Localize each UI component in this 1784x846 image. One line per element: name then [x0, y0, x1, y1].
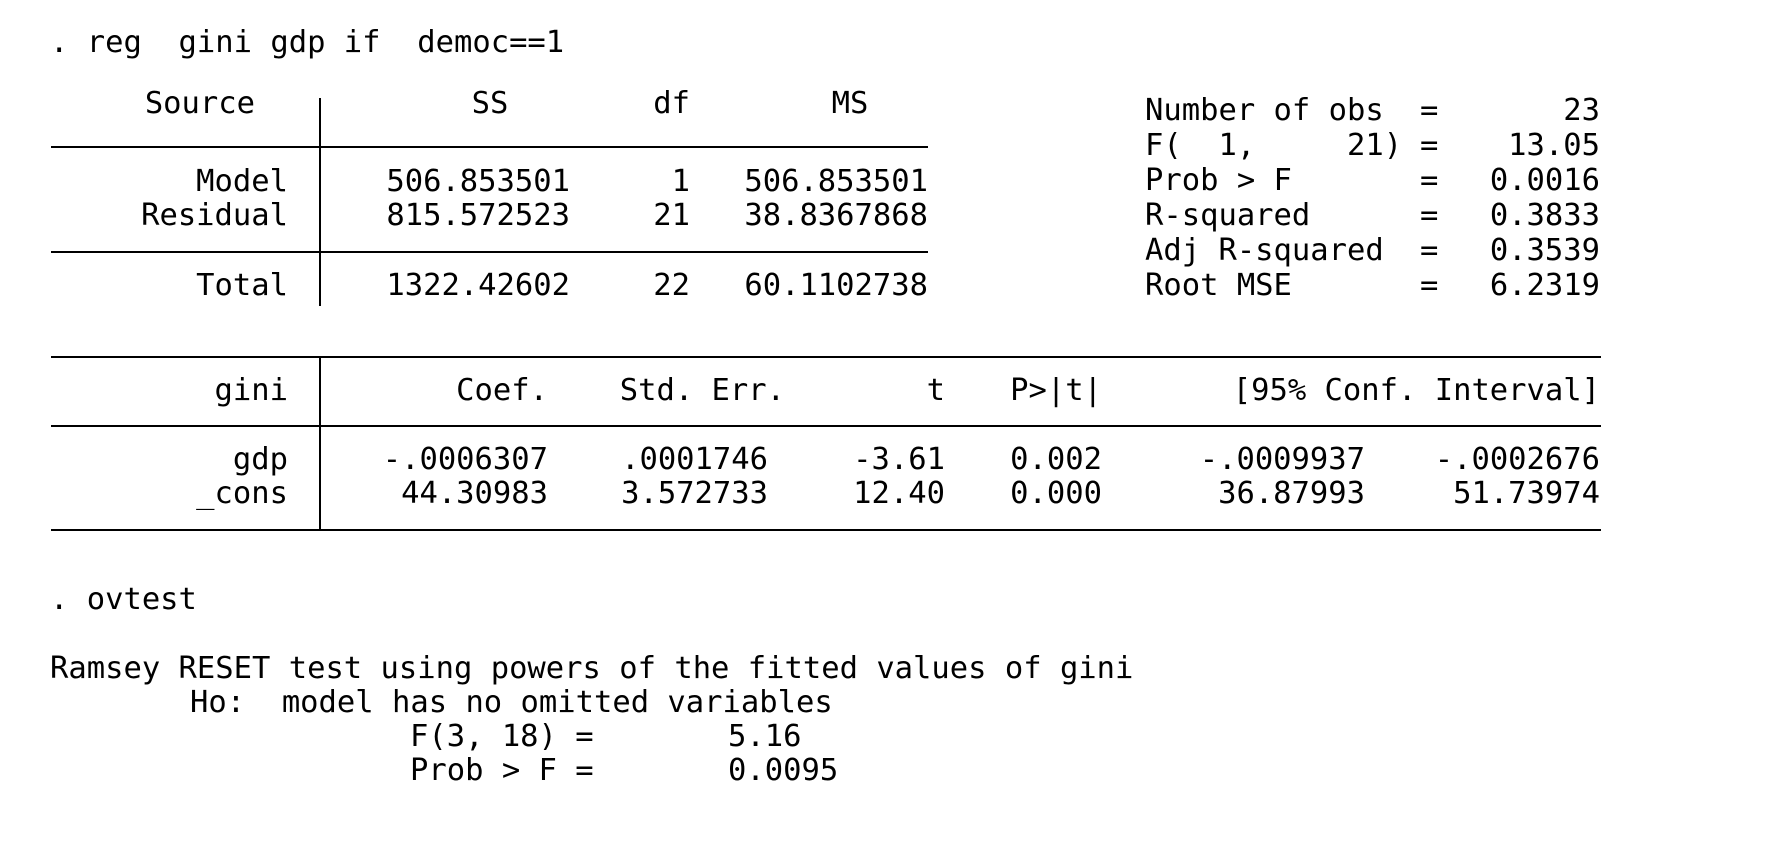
coef-row-cons-t: 12.40: [853, 476, 945, 511]
anova-row-model-source: Model: [196, 164, 288, 199]
fit-stat-value-obs: 23: [1563, 93, 1600, 128]
fit-stat-value-rmse: 6.2319: [1489, 268, 1600, 303]
coef-top-rule: [51, 356, 1601, 358]
anova-row-model-df: 1: [671, 164, 690, 199]
fit-stat-eq-adjr2: =: [1420, 233, 1439, 268]
fit-stat-eq-f: =: [1420, 128, 1439, 163]
anova-row-residual-ss: 815.572523: [386, 198, 570, 233]
anova-header-source: Source: [144, 86, 255, 121]
fit-stat-eq-prob: =: [1420, 163, 1439, 198]
anova-header-ms: MS: [831, 86, 869, 121]
ovtest-title: Ramsey RESET test using powers of the fi…: [50, 651, 1134, 686]
fit-stat-label-obs: Number of obs: [1145, 93, 1384, 128]
anova-total-df: 22: [653, 268, 690, 303]
coef-row-cons-var: _cons: [196, 476, 288, 511]
fit-stat-value-prob: 0.0016: [1489, 163, 1600, 198]
anova-total-source: Total: [196, 268, 288, 303]
fit-stat-label-rmse: Root MSE: [1145, 268, 1292, 303]
fit-stat-label-f: F( 1, 21): [1145, 128, 1403, 163]
anova-row-model-ms: 506.853501: [744, 164, 928, 199]
stata-results-window: . reg gini gdp if democ==1 Source SS df …: [0, 0, 1784, 846]
coef-header-coef: Coef.: [456, 373, 548, 408]
coef-header-rule: [51, 425, 1601, 427]
anova-total-ms: 60.1102738: [744, 268, 928, 303]
anova-column-divider: [319, 98, 321, 306]
fit-stat-label-prob: Prob > F: [1145, 163, 1292, 198]
anova-header-df: df: [653, 86, 690, 121]
anova-row-residual-df: 21: [653, 198, 690, 233]
ovtest-f-label: F(3, 18) =: [410, 719, 594, 754]
anova-total-rule: [51, 251, 928, 253]
coef-row-cons-ci-high: 51.73974: [1453, 476, 1600, 511]
coef-header-p: P>|t|: [1010, 373, 1102, 408]
fit-stat-eq-rmse: =: [1420, 268, 1439, 303]
fit-stat-eq-obs: =: [1420, 93, 1439, 128]
coef-row-cons-se: 3.572733: [621, 476, 768, 511]
coef-row-gdp-var: gdp: [232, 442, 288, 477]
anova-row-residual-source: Residual: [141, 198, 288, 233]
anova-row-residual-ms: 38.8367868: [744, 198, 928, 233]
anova-header-ss: SS: [471, 86, 509, 121]
coef-header-var: gini: [214, 373, 288, 408]
ovtest-prob-value: 0.0095: [728, 753, 839, 788]
coef-row-gdp-ci-high: -.0002676: [1434, 442, 1600, 477]
anova-total-ss: 1322.42602: [386, 268, 570, 303]
coef-header-ci: [95% Conf. Interval]: [1232, 373, 1600, 408]
coef-row-gdp-t: -3.61: [853, 442, 945, 477]
coef-bottom-rule: [51, 529, 1601, 531]
coef-column-divider: [319, 356, 321, 530]
coef-row-gdp-se: .0001746: [621, 442, 768, 477]
fit-stat-eq-r2: =: [1420, 198, 1439, 233]
ovtest-f-value: 5.16: [728, 719, 802, 754]
coef-header-t: t: [926, 373, 945, 408]
fit-stat-label-r2: R-squared: [1145, 198, 1311, 233]
coef-header-se: Std. Err.: [619, 373, 785, 408]
reg-command-line: . reg gini gdp if democ==1: [50, 25, 565, 60]
coef-row-cons-p: 0.000: [1010, 476, 1102, 511]
fit-stat-value-adjr2: 0.3539: [1489, 233, 1600, 268]
coef-row-gdp-p: 0.002: [1010, 442, 1102, 477]
ovtest-hypothesis: Ho: model has no omitted variables: [190, 685, 833, 720]
fit-stat-value-r2: 0.3833: [1489, 198, 1600, 233]
coef-row-gdp-ci-low: -.0009937: [1199, 442, 1365, 477]
ovtest-command-line: . ovtest: [50, 582, 197, 617]
fit-stat-label-adjr2: Adj R-squared: [1145, 233, 1384, 268]
ovtest-prob-label: Prob > F =: [410, 753, 594, 788]
anova-row-model-ss: 506.853501: [386, 164, 570, 199]
anova-header-rule: [51, 146, 928, 148]
coef-row-cons-coef: 44.30983: [401, 476, 548, 511]
fit-stat-value-f: 13.05: [1508, 128, 1600, 163]
coef-row-gdp-coef: -.0006307: [382, 442, 548, 477]
coef-row-cons-ci-low: 36.87993: [1218, 476, 1365, 511]
